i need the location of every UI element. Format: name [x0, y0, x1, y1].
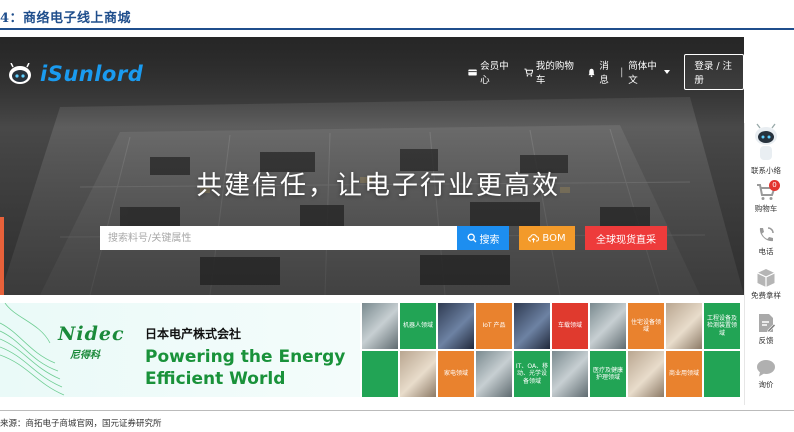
hero-edge-accent [0, 217, 4, 295]
phone-label: 电话 [758, 247, 774, 256]
global-spot-button[interactable]: 全球现货直采 [585, 226, 667, 250]
feedback-button[interactable]: 反馈 [745, 313, 787, 346]
cart-icon [524, 68, 533, 77]
application-tile[interactable] [552, 351, 588, 397]
figure-source: 来源：商拓电子商城官网，国元证券研究所 [0, 410, 794, 429]
sidebar-cart-button[interactable]: 0 购物车 [745, 180, 787, 214]
application-tile[interactable] [476, 351, 512, 397]
application-tile-label: 车载领域 [557, 322, 582, 330]
application-tile-label: IoT 产品 [482, 322, 506, 330]
nidec-ad-banner[interactable]: Nidec 尼得科 日本电产株式会社 Powering the Energy E… [0, 295, 744, 405]
member-card-icon [468, 68, 477, 76]
cart-count-badge: 0 [769, 180, 780, 191]
hero-banner: iSunlord 会员中心 我的购物车 消息 | 简体中文 登录 / 注册 共建… [0, 37, 744, 295]
application-tile-label: 医疗及健康护理领域 [592, 366, 623, 381]
search-button-label: 搜索 [479, 234, 500, 246]
application-tile[interactable] [400, 351, 436, 397]
application-tile-label: 住宅设备领域 [630, 318, 661, 333]
nidec-brand-panel: Nidec 尼得科 日本电产株式会社 Powering the Energy E… [0, 303, 360, 397]
nidec-logo: Nidec [58, 323, 125, 345]
application-tile[interactable]: 医疗及健康护理领域 [590, 351, 626, 397]
nidec-company-name: 日本电产株式会社 [145, 327, 242, 341]
phone-icon [759, 227, 774, 242]
application-tile[interactable]: 住宅设备领域 [628, 303, 664, 349]
search-icon [467, 233, 476, 243]
free-sample-label: 免费拿样 [751, 291, 781, 300]
application-tile[interactable] [362, 351, 398, 397]
top-nav: 会员中心 我的购物车 消息 | 简体中文 登录 / 注册 [468, 54, 744, 90]
phone-button[interactable]: 电话 [745, 226, 787, 257]
mall-screenshot: iSunlord 会员中心 我的购物车 消息 | 简体中文 登录 / 注册 共建… [0, 37, 794, 405]
inquiry-button[interactable]: 询价 [745, 359, 787, 390]
application-tiles: 机器人领域 IoT 产品 车载领域 住宅设备领域 工程设备及检测装置领域家电领域 IT、O… [362, 303, 740, 397]
figure-source-text: 来源：商拓电子商城官网，国元证券研究所 [0, 419, 162, 429]
contact-label: 联系小络 [751, 166, 781, 175]
chat-bubble-icon [757, 360, 775, 377]
contact-assistant-button[interactable]: 联系小络 [745, 123, 787, 176]
site-logo[interactable]: iSunlord [8, 61, 143, 87]
messages-label: 消息 [599, 61, 609, 86]
bell-icon [588, 68, 595, 77]
application-tile[interactable]: 家电领域 [438, 351, 474, 397]
member-center-link[interactable]: 会员中心 [468, 58, 512, 86]
application-tile-label: IT、OA、移动、光学设备领域 [515, 363, 549, 385]
nidec-tagline-line2: Efficient World [145, 369, 286, 389]
my-cart-label: 我的购物车 [535, 61, 574, 86]
bom-button-label: BOM [542, 232, 566, 244]
figure-caption-text: 4：商络电子线上商城 [0, 11, 132, 26]
robot-assistant-icon [755, 123, 777, 160]
nidec-chinese-name: 尼得科 [70, 350, 100, 361]
application-tile[interactable]: IoT 产品 [476, 303, 512, 349]
sidebar-cart-label: 购物车 [754, 204, 778, 213]
application-tile[interactable] [362, 303, 398, 349]
application-tile-label: 工程设备及检测装置领域 [706, 315, 737, 337]
application-tile-label: 商业用领域 [668, 370, 699, 378]
hero-slogan: 共建信任，让电子行业更高效 [196, 171, 561, 201]
package-box-icon [757, 269, 775, 287]
bom-button[interactable]: BOM [519, 226, 575, 250]
logo-text: iSunlord [40, 62, 144, 86]
search-bar: 搜索 BOM 全球现货直采 [100, 226, 667, 250]
right-float-sidebar: 联系小络 0 购物车 电话 免费拿样 反馈 询价 [744, 123, 786, 405]
application-tile[interactable]: 机器人领域 [400, 303, 436, 349]
search-input[interactable] [100, 226, 457, 250]
application-tile[interactable] [666, 303, 702, 349]
free-sample-button[interactable]: 免费拿样 [745, 268, 787, 301]
login-register-button[interactable]: 登录 / 注册 [684, 54, 744, 90]
application-tile[interactable] [438, 303, 474, 349]
application-tile-label: 家电领域 [443, 370, 468, 378]
member-center-label: 会员中心 [480, 61, 509, 86]
feedback-label: 反馈 [758, 336, 774, 345]
search-button[interactable]: 搜索 [457, 226, 509, 250]
chevron-down-icon [664, 70, 671, 74]
application-tile[interactable]: 工程设备及检测装置领域 [704, 303, 740, 349]
feedback-edit-icon [759, 314, 776, 333]
robot-mascot-icon [9, 63, 31, 84]
application-tile[interactable] [514, 303, 550, 349]
application-tile-label: 机器人领域 [402, 322, 433, 330]
language-label: 简体中文 [628, 61, 657, 86]
application-tile[interactable] [628, 351, 664, 397]
my-cart-link[interactable]: 我的购物车 [524, 58, 576, 86]
application-tile[interactable]: 车载领域 [552, 303, 588, 349]
figure-caption: 4：商络电子线上商城 [0, 0, 794, 30]
cloud-upload-icon [528, 234, 540, 243]
application-tile[interactable] [704, 351, 740, 397]
wave-lines-decoration [0, 303, 65, 396]
nidec-tagline-line1: Powering the Energy [145, 347, 346, 367]
language-selector[interactable]: 简体中文 [628, 58, 671, 86]
messages-link[interactable]: 消息 [587, 58, 615, 86]
application-tile[interactable] [590, 303, 626, 349]
inquiry-label: 询价 [758, 380, 774, 389]
application-tile[interactable]: 商业用领域 [666, 351, 702, 397]
nav-separator: | [620, 66, 624, 78]
application-tile[interactable]: IT、OA、移动、光学设备领域 [514, 351, 550, 397]
